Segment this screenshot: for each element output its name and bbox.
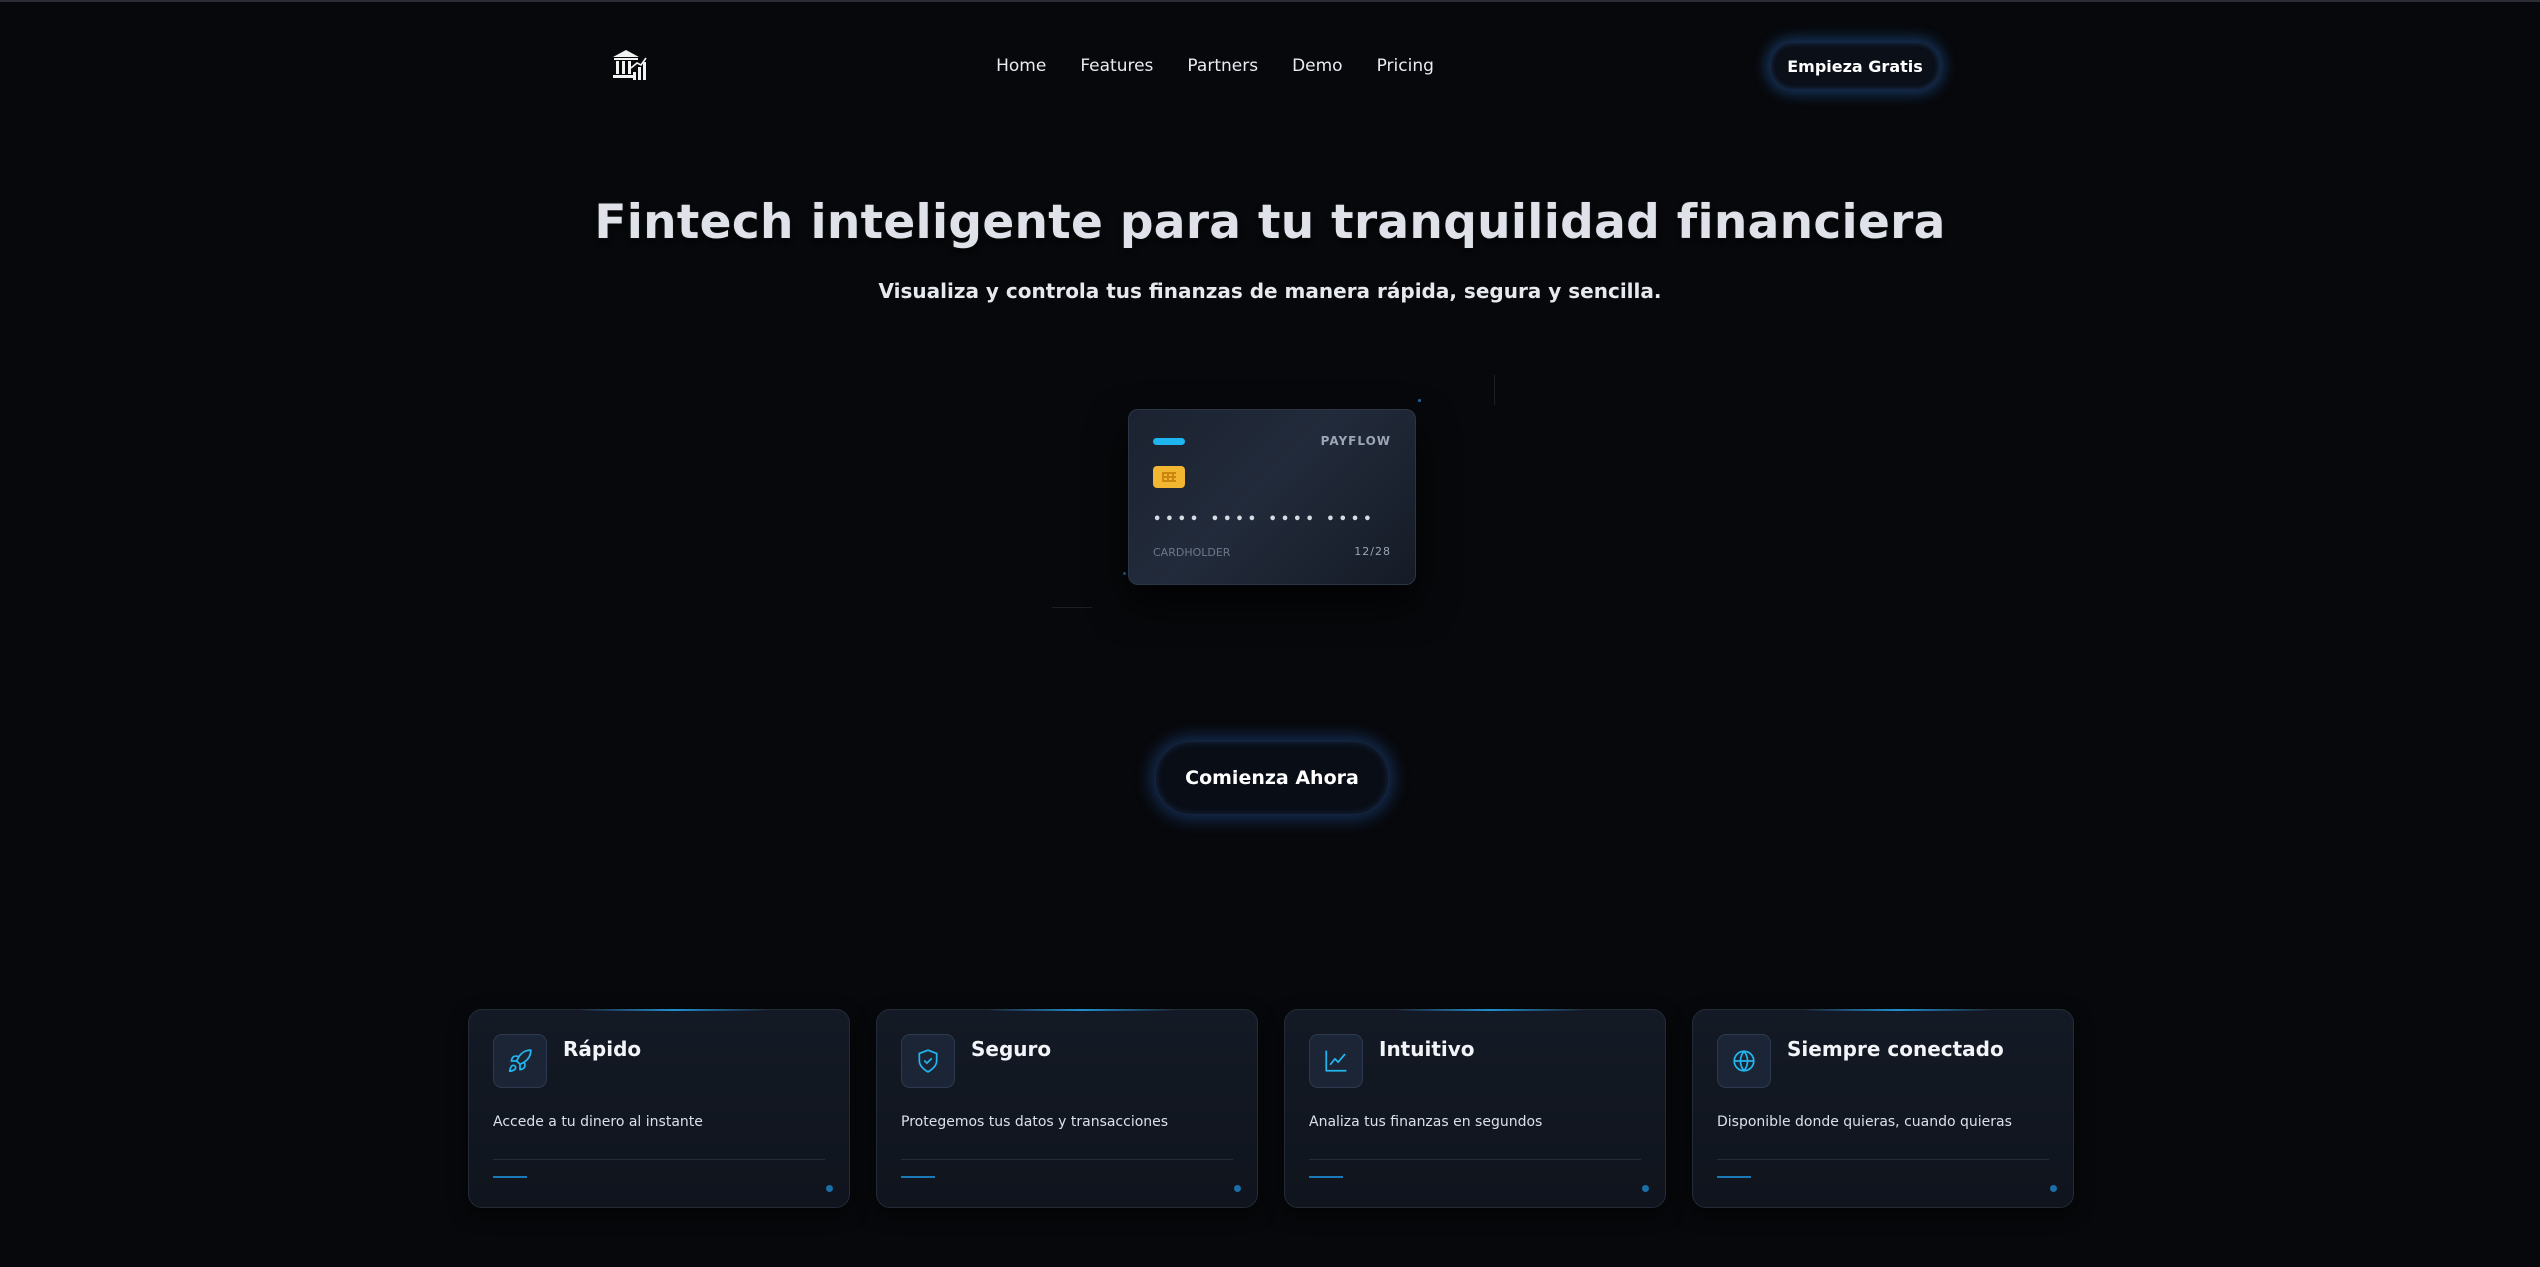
nav-home-link[interactable]: Home	[996, 56, 1046, 76]
feature-title: Rápido	[563, 1037, 642, 1061]
line-chart-icon	[1309, 1034, 1363, 1088]
feature-card: Rápido Accede a tu dinero al instante	[468, 1009, 850, 1208]
feature-card: Seguro Protegemos tus datos y transaccio…	[876, 1009, 1258, 1208]
divider	[1309, 1159, 1641, 1160]
card-expiry: 12/28	[1354, 545, 1391, 558]
feature-title: Intuitivo	[1379, 1037, 1475, 1061]
bank-chart-icon[interactable]	[611, 48, 647, 82]
status-dot	[826, 1185, 833, 1192]
feature-card: Intuitivo Analiza tus finanzas en segund…	[1284, 1009, 1666, 1208]
start-now-button[interactable]: Comienza Ahora	[1155, 741, 1389, 815]
decorative-dot	[1123, 572, 1126, 575]
decorative-line	[1052, 607, 1092, 608]
card-top-glow	[1395, 1009, 1585, 1011]
accent-dash	[1717, 1176, 1751, 1178]
feature-title: Siempre conectado	[1787, 1037, 2004, 1061]
divider	[1717, 1159, 2049, 1160]
card-top-glow	[579, 1009, 769, 1011]
card-top-glow	[1803, 1009, 1993, 1011]
hero-title: Fintech inteligente para tu tranquilidad…	[594, 195, 1946, 250]
divider	[901, 1159, 1233, 1160]
top-border	[0, 0, 2540, 2]
hero-subtitle: Visualiza y controla tus finanzas de man…	[878, 279, 1662, 303]
nav-features-link[interactable]: Features	[1080, 56, 1153, 76]
accent-dash	[1309, 1176, 1343, 1178]
card-chip-icon	[1153, 466, 1185, 488]
feature-description: Protegemos tus datos y transacciones	[901, 1114, 1169, 1130]
accent-dash	[901, 1176, 935, 1178]
globe-icon	[1717, 1034, 1771, 1088]
accent-dash	[493, 1176, 527, 1178]
features-grid: Rápido Accede a tu dinero al instante Se…	[468, 1009, 2076, 1208]
card-accent-strip	[1153, 438, 1185, 445]
decorative-line	[1494, 375, 1495, 405]
feature-description: Disponible donde quieras, cuando quieras	[1717, 1114, 2012, 1130]
divider	[493, 1159, 825, 1160]
status-dot	[1234, 1185, 1241, 1192]
nav-partners-link[interactable]: Partners	[1187, 56, 1258, 76]
status-dot	[2050, 1185, 2057, 1192]
rocket-icon	[493, 1034, 547, 1088]
shield-check-icon	[901, 1034, 955, 1088]
nav-pricing-link[interactable]: Pricing	[1377, 56, 1434, 76]
feature-card: Siempre conectado Disponible donde quier…	[1692, 1009, 2074, 1208]
main-nav: Home Features Partners Demo Pricing	[996, 52, 1434, 80]
card-holder: CARDHOLDER	[1153, 546, 1231, 559]
status-dot	[1642, 1185, 1649, 1192]
card-brand: PAYFLOW	[1320, 434, 1391, 448]
nav-demo-link[interactable]: Demo	[1292, 56, 1343, 76]
credit-card-illustration: PAYFLOW •••• •••• •••• •••• CARDHOLDER 1…	[1128, 409, 1416, 585]
feature-title: Seguro	[971, 1037, 1052, 1061]
card-top-glow	[987, 1009, 1177, 1011]
start-free-button[interactable]: Empieza Gratis	[1770, 42, 1940, 90]
feature-description: Accede a tu dinero al instante	[493, 1114, 703, 1130]
feature-description: Analiza tus finanzas en segundos	[1309, 1114, 1543, 1130]
decorative-dot	[1418, 399, 1421, 402]
card-number: •••• •••• •••• ••••	[1153, 512, 1376, 527]
